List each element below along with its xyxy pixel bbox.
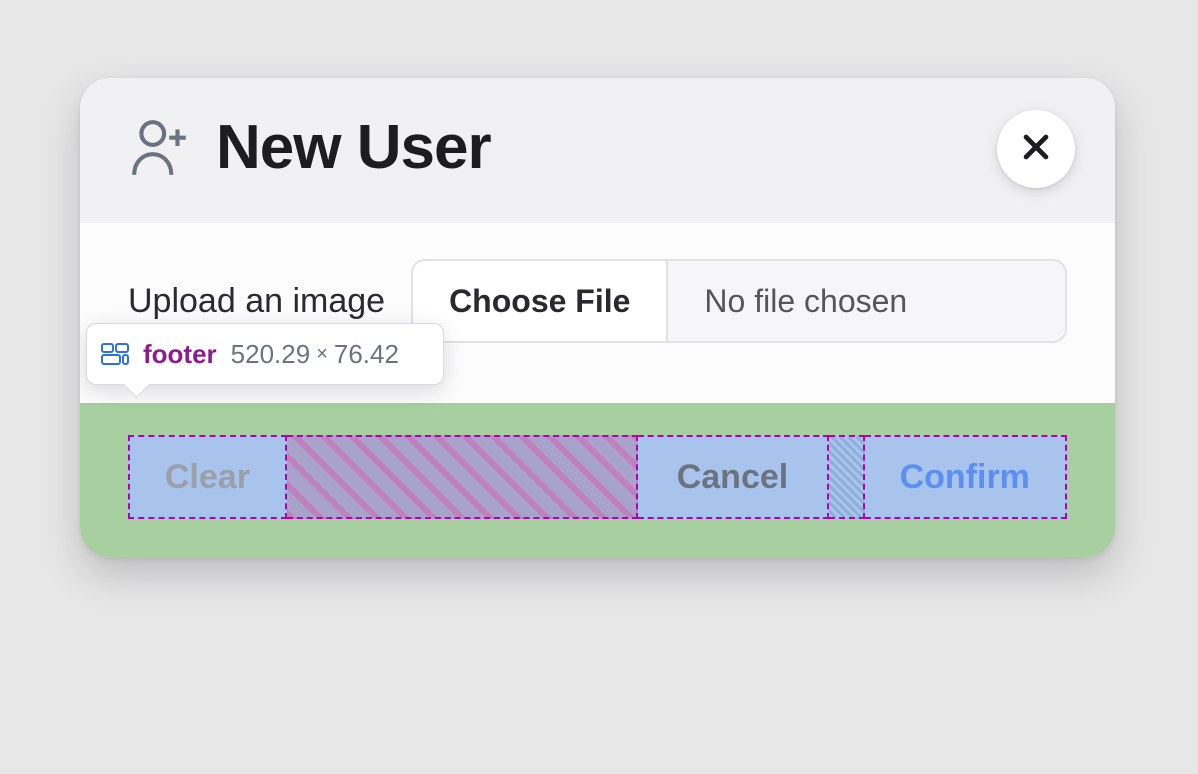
file-status: No file chosen: [668, 261, 1065, 341]
clear-button[interactable]: Clear: [128, 435, 287, 519]
cancel-button-label: Cancel: [677, 458, 789, 497]
confirm-button[interactable]: Confirm: [865, 435, 1067, 519]
close-icon: [1019, 130, 1053, 169]
times-icon: ×: [316, 343, 328, 366]
dialog-header: New User: [80, 78, 1115, 223]
inspector-height: 76.42: [334, 339, 399, 370]
devtools-inspector-tooltip: footer 520.29 × 76.42: [86, 323, 444, 385]
close-button[interactable]: [997, 110, 1075, 188]
flex-grid-icon: [101, 343, 129, 365]
inspector-dimensions: 520.29 × 76.42: [231, 339, 399, 370]
clear-button-label: Clear: [165, 458, 250, 497]
cancel-button[interactable]: Cancel: [638, 435, 829, 519]
upload-label: Upload an image: [128, 282, 385, 321]
flex-spacer-overlay: [829, 435, 865, 519]
flex-gap-overlay: [287, 435, 638, 519]
dialog-footer: footer 520.29 × 76.42 Clear Cancel Conf: [80, 403, 1115, 557]
dialog-card: New User Upload an image Choose File No …: [80, 78, 1115, 557]
dialog-title: New User: [216, 112, 491, 183]
choose-file-button[interactable]: Choose File: [413, 261, 668, 341]
inspector-width: 520.29: [231, 339, 311, 370]
file-input[interactable]: Choose File No file chosen: [411, 259, 1067, 343]
add-user-icon: [128, 115, 194, 181]
inspector-element-name: footer: [143, 339, 217, 370]
confirm-button-label: Confirm: [900, 458, 1030, 497]
